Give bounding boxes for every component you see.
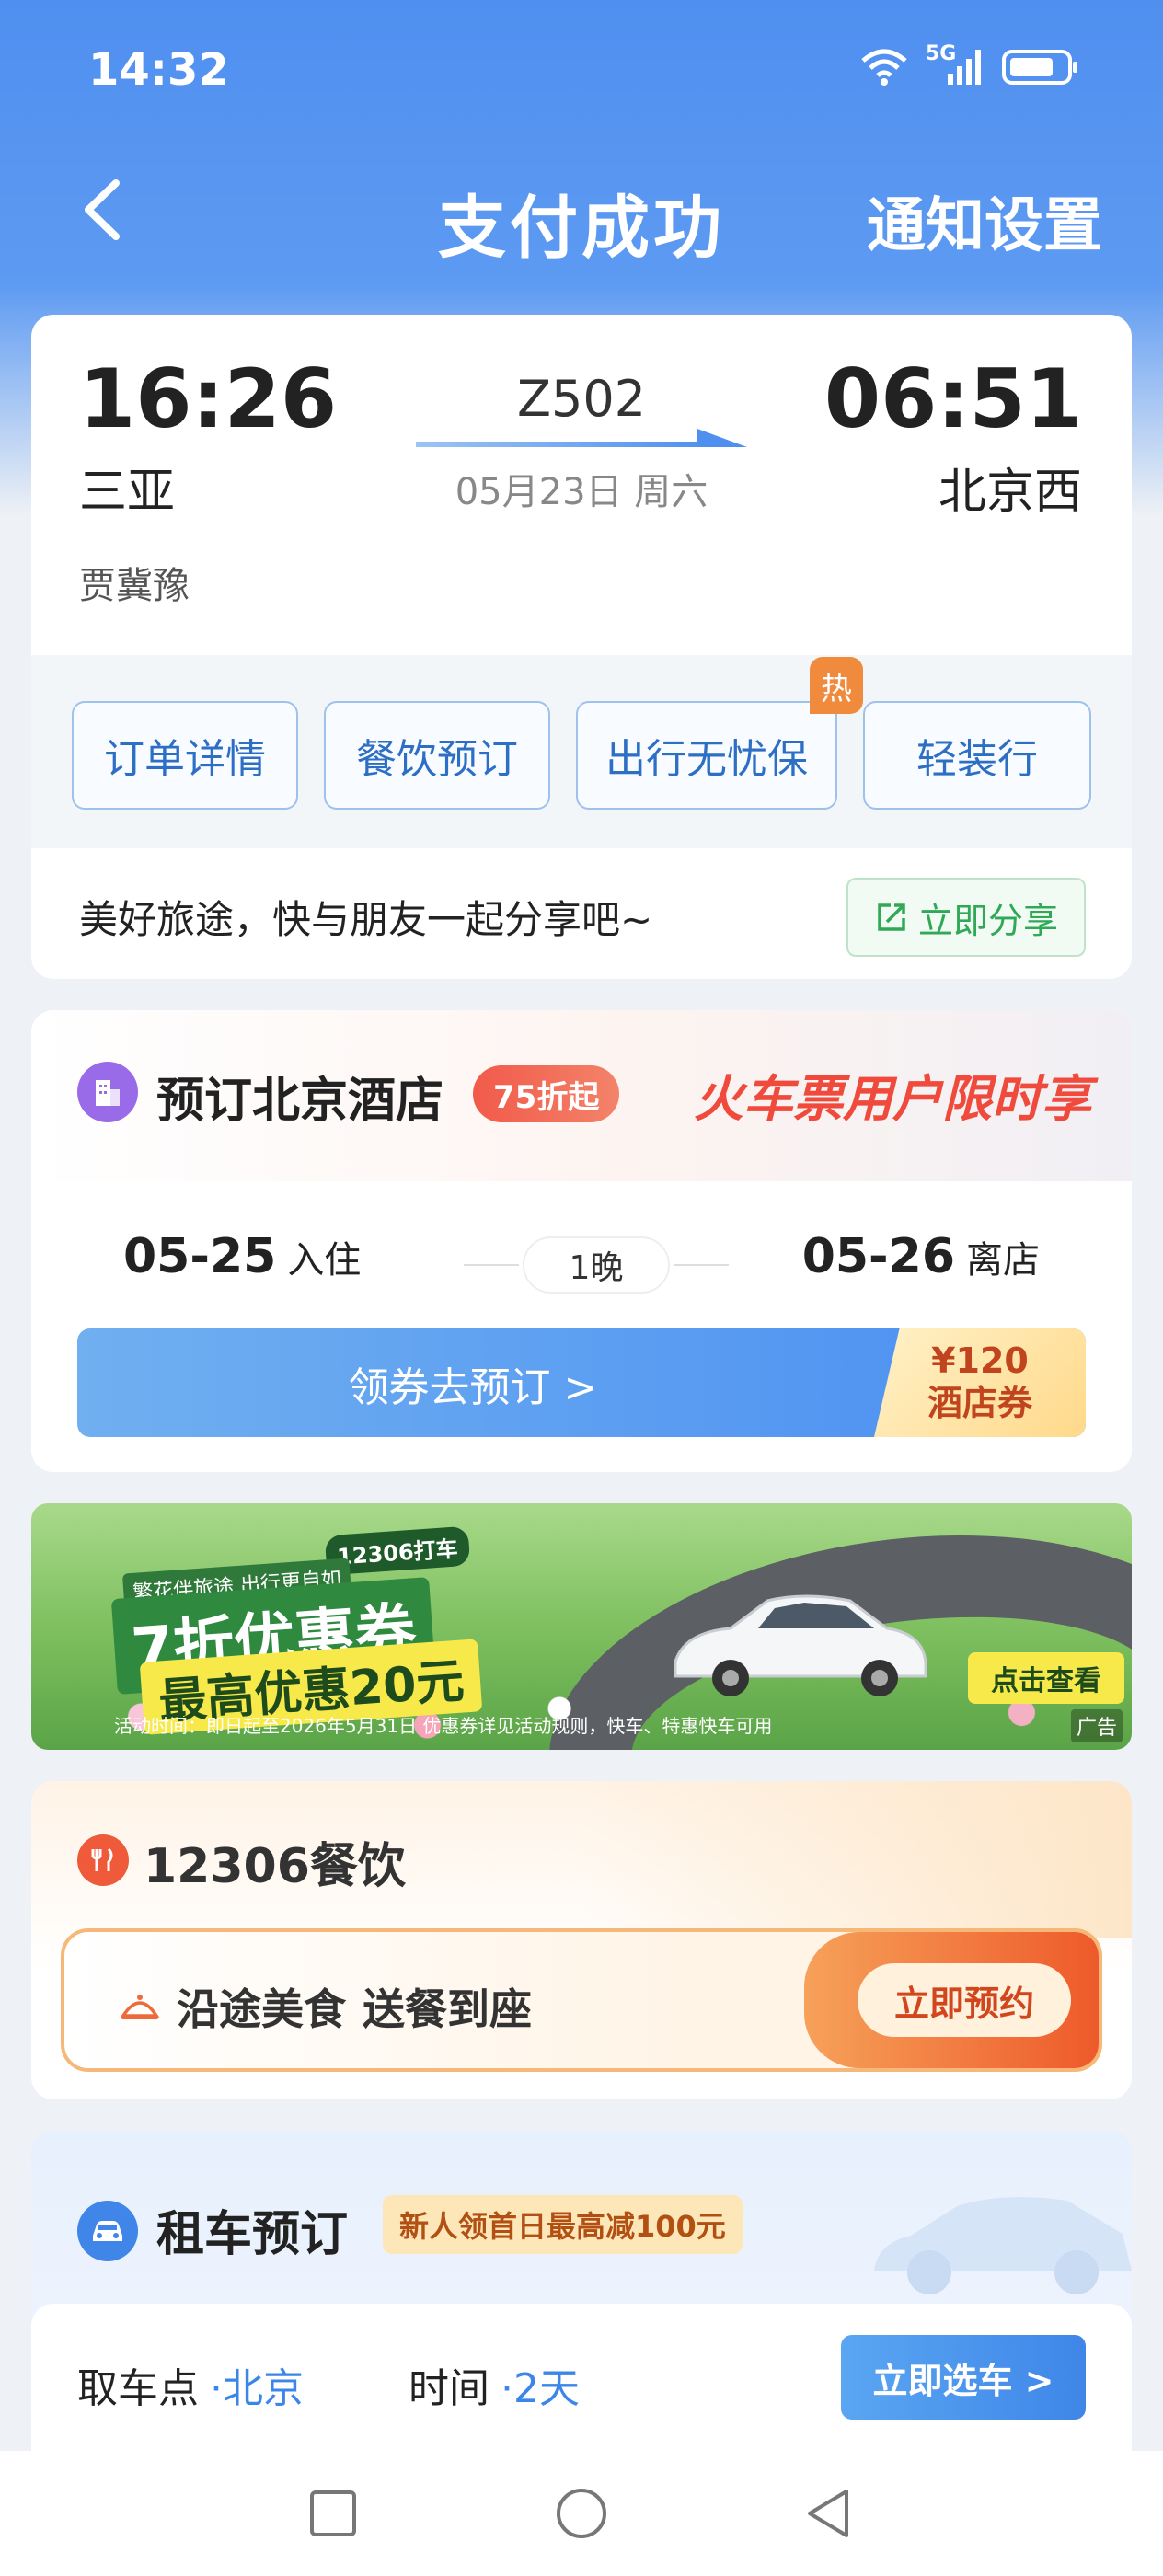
hotel-title: 预订北京酒店: [156, 1074, 444, 1129]
catering-card: 12306餐饮 沿途美食 送餐到座 立即预约: [31, 1781, 1132, 2099]
nights-count: 1晚: [523, 1236, 670, 1294]
nights-divider-right: [674, 1264, 729, 1266]
triangle-back-icon: [808, 2490, 848, 2537]
checkin-date: 05-25: [123, 1229, 277, 1284]
hotel-slogan: 火车票用户限时享: [694, 1070, 1091, 1128]
checkin[interactable]: 05-25 入住: [123, 1229, 361, 1284]
share-text: 美好旅途，快与朋友一起分享吧~: [79, 897, 653, 942]
time-value: ·2天: [501, 2365, 580, 2412]
hotel-coupon: ¥120 酒店券: [874, 1328, 1086, 1437]
coupon-label: 酒店券: [927, 1383, 1032, 1423]
back-nav-button[interactable]: [800, 2486, 856, 2541]
circle-icon: [557, 2489, 606, 2538]
car-rental-promo: 新人领首日最高减100元: [383, 2195, 743, 2254]
trip-card: 16:26 三亚 Z502 05月23日 周六 06:51 北京西 贾冀豫 订单…: [31, 315, 1132, 979]
light-travel-button[interactable]: 轻装行: [863, 701, 1091, 810]
car-silhouette-illustration: [874, 2197, 1132, 2294]
passenger-name: 贾冀豫: [79, 565, 190, 607]
coupon-amount: ¥120: [931, 1340, 1029, 1381]
hotel-coupon-cta-button[interactable]: 领券去预订 > ¥120 酒店券: [77, 1328, 1086, 1437]
hotel-discount-badge: 75折起: [473, 1065, 620, 1122]
catering-title: 12306餐饮: [144, 1839, 406, 1894]
trip-arrow-icon: [416, 429, 747, 447]
pickup-value: ·北京: [210, 2365, 304, 2412]
arrival-time: 06:51: [823, 351, 1082, 446]
checkin-label: 入住: [287, 1239, 362, 1282]
home-button[interactable]: [554, 2486, 609, 2541]
hotel-booking-card: 预订北京酒店 75折起 火车票用户限时享 05-25 入住 1晚 05-26 离店 …: [31, 1010, 1132, 1472]
share-button-label: 立即分享: [917, 900, 1058, 941]
status-bar: 14:32 5G: [0, 37, 1163, 110]
pickup-label: 取车点: [77, 2365, 199, 2412]
hot-badge: 热: [810, 657, 863, 714]
catering-slogan: 沿途美食 送餐到座: [120, 1976, 532, 2037]
square-icon: [310, 2490, 356, 2536]
time-label: 时间: [409, 2365, 489, 2412]
share-row: 美好旅途，快与朋友一起分享吧~ 立即分享: [31, 848, 1132, 979]
rental-duration[interactable]: 时间 ·2天: [409, 2355, 580, 2414]
catering-book-button[interactable]: 立即预约: [858, 1963, 1071, 2037]
ad-label: 广告: [1070, 1709, 1123, 1742]
trip-summary: 16:26 三亚 Z502 05月23日 周六 06:51 北京西 贾冀豫: [31, 315, 1132, 655]
catering-illustration: [580, 1781, 1132, 1938]
fork-knife-icon: [77, 1834, 129, 1886]
car-icon: [77, 2201, 138, 2261]
pickup-location[interactable]: 取车点 ·北京: [77, 2355, 304, 2414]
arrival-station: 北京西: [938, 465, 1082, 520]
hotel-dates: 05-25 入住 1晚 05-26 离店 领券去预订 > ¥120 酒店券: [31, 1181, 1132, 1472]
notification-settings-button[interactable]: 通知设置: [867, 178, 1102, 263]
car-rental-title: 租车预订: [156, 2207, 349, 2262]
catering-banner[interactable]: 沿途美食 送餐到座 立即预约: [61, 1928, 1102, 2072]
hotel-cta-label: 领券去预订 >: [348, 1364, 598, 1411]
food-cover-icon: [120, 1995, 160, 2019]
order-details-button[interactable]: 订单详情: [72, 701, 298, 810]
ad-banner[interactable]: 12306打车 繁花伴旅途 出行更自如 7折优惠券 最高优惠20元 活动时间：即…: [31, 1503, 1132, 1750]
action-buttons: 订单详情 餐饮预订 出行无忧保 热 轻装行: [31, 655, 1132, 848]
status-time: 14:32: [88, 44, 229, 96]
system-navigation-bar: [0, 2451, 1163, 2576]
travel-insurance-button[interactable]: 出行无忧保: [576, 701, 837, 810]
catering-slogan-part2: 送餐到座: [363, 1984, 532, 2034]
signal-icon: 5G: [926, 42, 985, 88]
share-icon: [878, 903, 905, 931]
ad-fine-print: 活动时间：即日起至2026年5月31日 优惠券详见活动规则，快车、特惠快车可用: [114, 1715, 773, 1737]
status-icons: 5G: [859, 42, 1080, 88]
building-icon: [77, 1062, 138, 1122]
catering-slogan-part1: 沿途美食: [177, 1984, 346, 2034]
catering-booking-button[interactable]: 餐饮预订: [324, 701, 550, 810]
nights-divider-left: [464, 1264, 519, 1266]
select-car-button[interactable]: 立即选车 >: [841, 2335, 1086, 2420]
wifi-icon: [861, 49, 907, 86]
hotel-header: 预订北京酒店 75折起 火车票用户限时享: [31, 1010, 1132, 1181]
recent-apps-button[interactable]: [305, 2486, 361, 2541]
ad-view-button[interactable]: 点击查看: [968, 1652, 1124, 1704]
top-nav-bar: 支付成功 通知设置: [0, 156, 1163, 268]
battery-icon: [1002, 50, 1077, 85]
share-button[interactable]: 立即分享: [846, 878, 1086, 957]
checkout[interactable]: 05-26 离店: [802, 1229, 1040, 1284]
checkout-date: 05-26: [801, 1229, 955, 1284]
checkout-label: 离店: [966, 1239, 1040, 1282]
